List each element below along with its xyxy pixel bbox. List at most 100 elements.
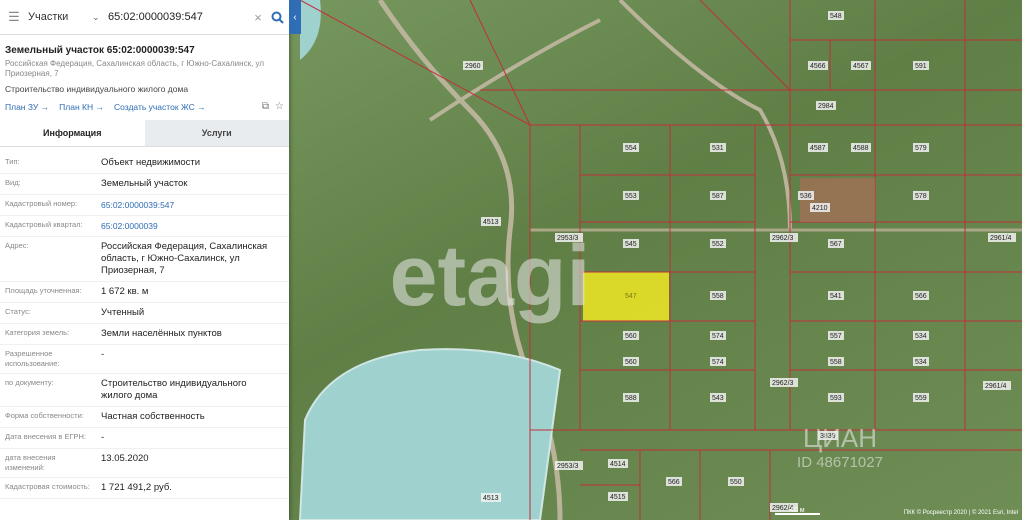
menu-icon[interactable]: ☰ bbox=[0, 9, 28, 25]
parcel-label: 566 bbox=[668, 479, 680, 486]
parcel-label: 543 bbox=[712, 395, 724, 402]
info-label: Адрес: bbox=[5, 241, 29, 250]
info-value: - bbox=[101, 432, 105, 443]
search-input[interactable] bbox=[108, 11, 251, 23]
parcel-label: 4515 bbox=[610, 494, 626, 501]
info-label: Дата внесения в ЕГРН: bbox=[5, 432, 87, 441]
parcel-label: 587 bbox=[712, 193, 724, 200]
parcel-label: 4588 bbox=[853, 145, 869, 152]
parcel-label: 579 bbox=[915, 145, 927, 152]
parcel-label: 567 bbox=[830, 241, 842, 248]
info-label: Площадь уточненная: bbox=[5, 286, 82, 295]
info-row: Тип: Объект недвижимости bbox=[0, 153, 289, 174]
info-value: Строительство индивидуального жилого дома bbox=[101, 378, 247, 401]
scale-label: 40 м bbox=[790, 507, 805, 514]
parcel-label: 588 bbox=[625, 395, 637, 402]
info-value: Земли населённых пунктов bbox=[101, 328, 222, 339]
info-row: Адрес: Российская Федерация, Сахалинская о… bbox=[0, 237, 289, 282]
parcel-label: 545 bbox=[625, 241, 637, 248]
parcel-label: 2984 bbox=[818, 103, 834, 110]
parcel-label: 547 bbox=[625, 293, 637, 300]
copy-icon[interactable]: ⧉ bbox=[262, 101, 269, 112]
attribution: ПКК © Росреестр 2020 | © 2021 Esri, Inte… bbox=[904, 509, 1018, 516]
parcel-label: 2962/3 bbox=[772, 380, 794, 387]
parcel-label: 534 bbox=[915, 333, 927, 340]
info-row: Площадь уточненная: 1 672 кв. м bbox=[0, 282, 289, 303]
parcel-label: 558 bbox=[712, 293, 724, 300]
parcel-label: 2960 bbox=[465, 63, 481, 70]
info-label: Разрешенное использование: bbox=[5, 349, 60, 368]
parcel-label: 591 bbox=[915, 63, 927, 70]
tab-info[interactable]: Информация bbox=[0, 120, 145, 146]
parcel-label: 4210 bbox=[812, 205, 828, 212]
info-label: Статус: bbox=[5, 307, 31, 316]
info-label: Кадастровый квартал: bbox=[5, 220, 83, 229]
info-row: дата внесения изменений: 13.05.2020 bbox=[0, 449, 289, 478]
parcel-label: 2961/4 bbox=[985, 383, 1007, 390]
close-icon[interactable]: × bbox=[251, 10, 265, 25]
search-icon[interactable] bbox=[265, 11, 289, 24]
info-label: Кадастровая стоимость: bbox=[5, 482, 90, 491]
purpose-text: Строительство индивидуального жилого дом… bbox=[5, 84, 189, 94]
cian-watermark: ЦИАН bbox=[803, 423, 877, 453]
info-table: Тип: Объект недвижимости Вид: Земельный уча… bbox=[0, 147, 289, 499]
chevron-down-icon[interactable]: ⌄ bbox=[92, 12, 108, 23]
parcel-label: 536 bbox=[800, 193, 812, 200]
parcel-label: 4566 bbox=[810, 63, 826, 70]
info-row: по документу: Строительство индивидуально… bbox=[0, 374, 289, 407]
parcel-label: 558 bbox=[830, 359, 842, 366]
parcel-label: 554 bbox=[625, 145, 637, 152]
parcel-label: 2953/3 bbox=[557, 463, 579, 470]
info-row: Вид: Земельный участок bbox=[0, 174, 289, 195]
etagi-watermark: etagi bbox=[390, 228, 591, 324]
parcel-label: 2962/3 bbox=[772, 235, 794, 242]
address-line-2: Приозерная, 7 bbox=[5, 69, 59, 78]
create-parcel-link[interactable]: Создать участок ЖС → bbox=[114, 102, 206, 112]
links-row: План ЗУ → План КН → Создать участок ЖС →… bbox=[0, 94, 289, 112]
info-value: Российская Федерация, Сахалинская область… bbox=[101, 241, 268, 276]
parcel-label: 548 bbox=[830, 13, 842, 20]
star-icon[interactable]: ☆ bbox=[275, 101, 284, 112]
info-label: дата внесения изменений: bbox=[5, 453, 56, 472]
parcel-label: 531 bbox=[712, 145, 724, 152]
info-value: Объект недвижимости bbox=[101, 157, 201, 168]
info-row: Разрешенное использование: - bbox=[0, 345, 289, 374]
tabs: Информация Услуги bbox=[0, 120, 289, 147]
info-label: по документу: bbox=[5, 378, 54, 387]
layer-select[interactable]: Участки bbox=[28, 11, 92, 23]
info-row: Кадастровый квартал: 65:02:0000039 bbox=[0, 216, 289, 237]
info-label: Форма собственности: bbox=[5, 411, 84, 420]
info-value: - bbox=[101, 349, 105, 360]
info-row: Статус: Учтенный bbox=[0, 303, 289, 324]
info-label: Вид: bbox=[5, 178, 21, 187]
parcel-label: 4514 bbox=[610, 461, 626, 468]
info-row: Дата внесения в ЕГРН: - bbox=[0, 428, 289, 449]
info-label: Кадастровый номер: bbox=[5, 199, 78, 208]
info-value: Земельный участок bbox=[101, 178, 188, 189]
parcel-label: 593 bbox=[830, 395, 842, 402]
address-subtitle: Российская Федерация, Сахалинская област… bbox=[0, 56, 289, 79]
info-value: 1 672 кв. м bbox=[101, 286, 149, 297]
info-value[interactable]: 65:02:0000039:547 bbox=[101, 199, 289, 211]
parcel-label: 560 bbox=[625, 333, 637, 340]
parcel-label: 553 bbox=[625, 193, 637, 200]
info-value: 13.05.2020 bbox=[101, 453, 149, 464]
collapse-panel-button[interactable]: ‹ bbox=[289, 0, 301, 34]
parcel-label: 534 bbox=[915, 359, 927, 366]
info-value: 1 721 491,2 руб. bbox=[101, 482, 172, 493]
parcel-label: 574 bbox=[712, 359, 724, 366]
parcel-label: 4513 bbox=[483, 495, 499, 502]
parcel-label: 557 bbox=[830, 333, 842, 340]
info-value[interactable]: 65:02:0000039 bbox=[101, 220, 289, 232]
search-bar: ☰ Участки ⌄ × bbox=[0, 0, 289, 35]
parcel-label: 541 bbox=[830, 293, 842, 300]
plan-kn-link[interactable]: План КН → bbox=[59, 102, 104, 112]
info-value: Частная собственность bbox=[101, 411, 205, 422]
tab-services[interactable]: Услуги bbox=[144, 120, 289, 146]
parcel-label: 4587 bbox=[810, 145, 826, 152]
plan-zu-link[interactable]: План ЗУ → bbox=[5, 102, 49, 112]
info-row: Форма собственности: Частная собственност… bbox=[0, 407, 289, 428]
parcel-label: 4567 bbox=[853, 63, 869, 70]
parcel-label: 4513 bbox=[483, 219, 499, 226]
parcel-label: 574 bbox=[712, 333, 724, 340]
